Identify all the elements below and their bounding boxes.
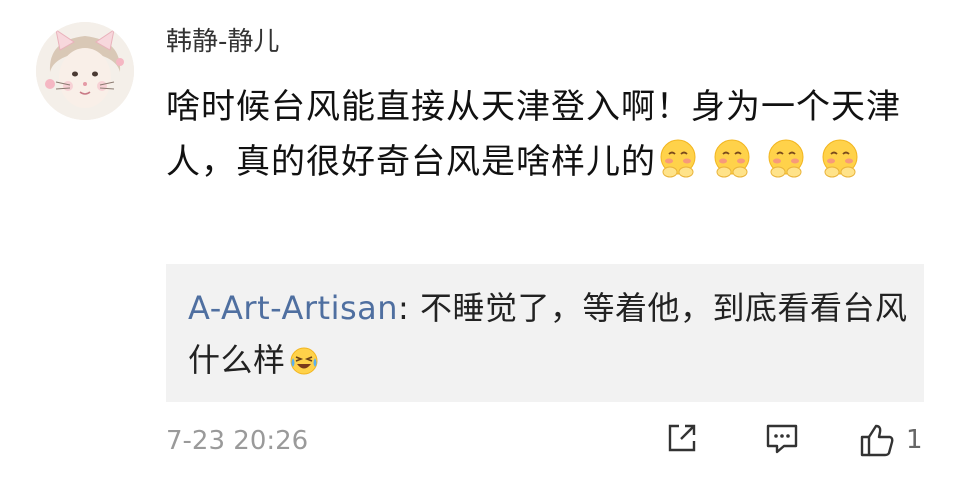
like-button[interactable]: 1 — [858, 420, 923, 460]
comment-icon — [766, 424, 798, 454]
reply-separator: : — [398, 289, 420, 327]
share-icon — [668, 424, 696, 452]
comment-card: 韩静-静儿 啥时候台风能直接从天津登入啊！身为一个天津人，真的很好奇台风是啥样儿… — [0, 0, 960, 500]
comment-body: 啥时候台风能直接从天津登入啊！身为一个天津人，真的很好奇台风是啥样儿的 — [166, 80, 926, 190]
laugh-cry-emoji-icon — [288, 340, 320, 392]
avatar-image — [36, 22, 134, 120]
comment-username[interactable]: 韩静-静儿 — [166, 24, 279, 60]
blush-emoji-icon — [656, 137, 700, 181]
avatar[interactable] — [36, 22, 134, 120]
reply-username[interactable]: A-Art-Artisan — [188, 289, 398, 327]
like-count: 1 — [906, 425, 923, 455]
share-button[interactable] — [664, 420, 700, 460]
blush-emoji-icon — [818, 137, 862, 181]
timestamp: 7-23 20:26 — [166, 426, 309, 456]
blush-emoji-icon — [764, 137, 808, 181]
comment-button[interactable] — [764, 420, 800, 460]
reply-content: A-Art-Artisan: 不睡觉了，等着他，到底看看台风什么样 — [188, 282, 908, 392]
blush-emoji-icon — [710, 137, 754, 181]
reply-box[interactable]: A-Art-Artisan: 不睡觉了，等着他，到底看看台风什么样 — [166, 264, 924, 402]
thumbs-up-icon — [860, 424, 894, 457]
